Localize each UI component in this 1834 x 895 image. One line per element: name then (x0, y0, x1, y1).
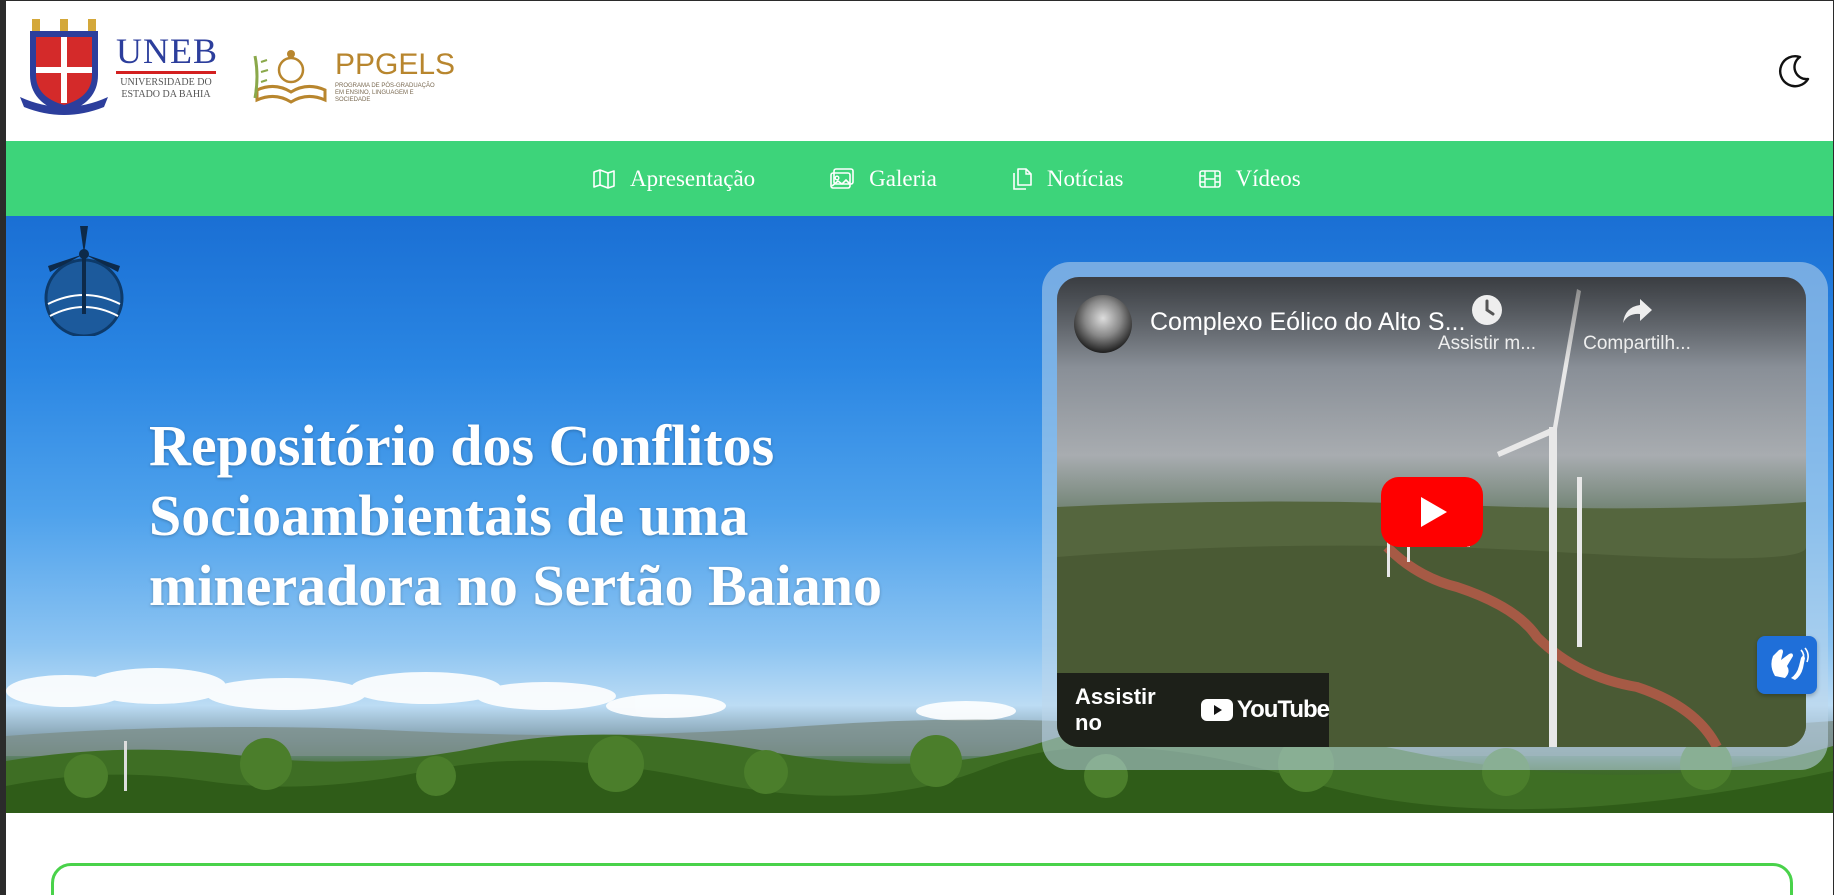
nav-item-label: Apresentação (630, 165, 756, 191)
documents-icon (1013, 167, 1032, 190)
wind-farm-emblem-icon (44, 226, 124, 336)
video-title[interactable]: Complexo Eólico do Alto S... (1150, 308, 1465, 337)
nav-item-label: Galeria (869, 165, 937, 191)
watch-on-youtube-button[interactable]: Assistir no YouTube (1057, 673, 1330, 747)
hero-banner: Repositório dos Conflitos Socioambientai… (6, 216, 1833, 813)
uneb-subtitle: UNIVERSIDADE DO ESTADO DA BAHIA (120, 77, 212, 100)
nav-item-galeria[interactable]: Galeria (829, 166, 937, 192)
youtube-icon (1200, 699, 1233, 721)
ppgels-name: PPGELS (335, 48, 456, 81)
nav-item-label: Vídeos (1235, 165, 1301, 191)
watch-later-button[interactable]: Assistir m... (1427, 293, 1547, 355)
share-button[interactable]: Compartilh... (1577, 293, 1697, 355)
share-icon (1623, 299, 1652, 323)
uneb-divider (116, 71, 216, 74)
main-nav: Apresentação Galeria Notícias Vídeos (6, 141, 1833, 216)
play-icon[interactable] (1381, 477, 1483, 547)
clock-icon (1472, 295, 1502, 325)
map-icon (593, 168, 615, 189)
page: UNEB UNIVERSIDADE DO ESTADO DA BAHIA PPG… (6, 1, 1833, 895)
youtube-logo: YouTube (1200, 696, 1330, 724)
ppgels-subtitle: PROGRAMA DE PÓS-GRADUAÇÃO EM ENSINO, LIN… (335, 83, 435, 103)
image-icon (830, 167, 854, 189)
uneb-name: UNEB (116, 31, 218, 71)
header: UNEB UNIVERSIDADE DO ESTADO DA BAHIA PPG… (6, 1, 1833, 141)
video-frame: Complexo Eólico do Alto S... Assistir m.… (1042, 262, 1828, 770)
youtube-wordmark: YouTube (1236, 696, 1330, 723)
sign-language-hands-icon (1771, 647, 1809, 680)
youtube-embed[interactable]: Complexo Eólico do Alto S... Assistir m.… (1057, 277, 1806, 747)
uneb-crest-icon (20, 19, 108, 115)
nav-item-videos[interactable]: Vídeos (1198, 166, 1301, 192)
nav-item-noticias[interactable]: Notícias (1011, 166, 1124, 192)
content-card (51, 863, 1793, 895)
vlibras-accessibility-button[interactable] (1757, 636, 1817, 694)
watch-on-label: Assistir no (1075, 684, 1156, 735)
watch-later-label: Assistir m... (1437, 333, 1537, 354)
nav-item-label: Notícias (1046, 165, 1124, 191)
uneb-logo[interactable]: UNEB UNIVERSIDADE DO ESTADO DA BAHIA (18, 17, 218, 117)
theme-toggle-button[interactable] (1776, 53, 1812, 89)
ppgels-book-icon (253, 50, 327, 104)
channel-avatar[interactable] (1074, 295, 1132, 353)
film-icon (1198, 169, 1221, 188)
hero-title: Repositório dos Conflitos Socioambientai… (149, 413, 883, 618)
ppgels-logo[interactable]: PPGELS PROGRAMA DE PÓS-GRADUAÇÃO EM ENSI… (251, 46, 455, 108)
share-label: Compartilh... (1583, 333, 1691, 354)
nav-item-apresentacao[interactable]: Apresentação (592, 166, 755, 192)
moon-icon (1778, 55, 1810, 88)
